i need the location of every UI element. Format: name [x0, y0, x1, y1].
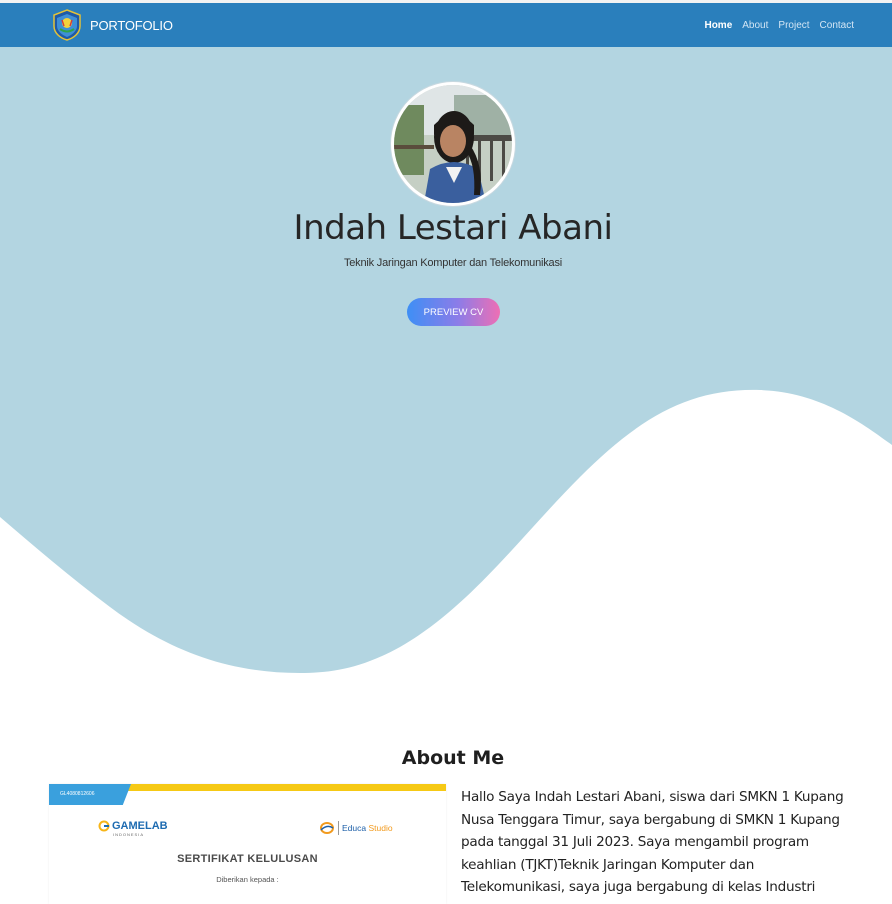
hero-subtitle: Teknik Jaringan Komputer dan Telekomunik…: [343, 257, 563, 269]
certificate-title: SERTIFIKAT KELULUSAN: [177, 853, 318, 865]
hero-name: Indah Lestari Abani: [293, 208, 613, 248]
educa-right-text: Studio: [368, 823, 393, 833]
profile-photo: [394, 85, 512, 203]
profile-photo-frame: [391, 82, 515, 206]
nav-home[interactable]: Home: [704, 20, 732, 31]
educa-studio-logo: Educa Studio: [319, 821, 393, 835]
nav-project[interactable]: Project: [778, 20, 809, 31]
certificate-id: GL4080812606: [60, 791, 95, 797]
educa-divider: [338, 821, 339, 835]
brand-text: PORTOFOLIO: [90, 17, 173, 33]
gamelab-icon: [98, 820, 110, 832]
educa-icon: [320, 822, 334, 834]
brand-link[interactable]: PORTOFOLIO: [50, 8, 173, 42]
nav-links: Home About Project Contact: [704, 20, 854, 31]
educa-text: Educa Studio: [342, 823, 393, 833]
about-text: Hallo Saya Indah Lestari Abani, siswa da…: [461, 789, 844, 895]
school-logo-icon: [50, 8, 84, 42]
navbar: PORTOFOLIO Home About Project Contact: [0, 3, 892, 47]
nav-contact[interactable]: Contact: [820, 20, 854, 31]
nav-about[interactable]: About: [742, 20, 768, 31]
gamelab-text: GAMELAB: [112, 820, 168, 832]
gamelab-logo: GAMELAB: [98, 820, 168, 832]
certificate-given-to: Diberikan kepada :: [216, 875, 279, 884]
certificate-image: GL4080812606 GAMELAB INDONESIA Educa Stu…: [49, 784, 446, 904]
about-title: About Me: [401, 747, 505, 769]
preview-cv-button[interactable]: PREVIEW CV: [407, 298, 500, 326]
gamelab-subtext: INDONESIA: [113, 832, 145, 837]
educa-left-text: Educa: [342, 823, 367, 833]
